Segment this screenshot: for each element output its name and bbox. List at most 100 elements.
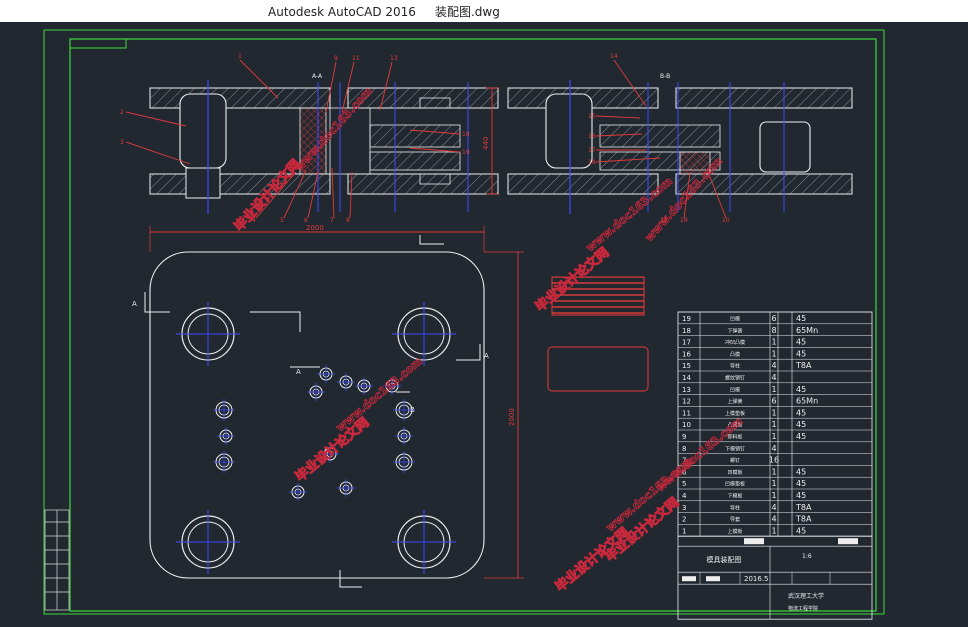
bom-row[interactable]: 1 上模板 1 45 <box>682 526 806 535</box>
svg-text:A: A <box>484 352 489 360</box>
bom-material: 45 <box>796 467 806 476</box>
bom-qty: 6 <box>771 314 776 323</box>
bom-material: 45 <box>796 432 806 441</box>
bom-name: 导柱 <box>730 504 740 511</box>
callout-number: 2 <box>120 109 124 116</box>
drawing-scale: 1:6 <box>802 553 812 560</box>
bom-material: T8A <box>795 361 812 370</box>
callout-number: 12 <box>660 217 668 224</box>
bom-qty: 4 <box>771 515 776 524</box>
bom-name: 凹模 <box>730 316 740 323</box>
callout-number: 19 <box>462 149 470 156</box>
bom-qty: 1 <box>771 491 776 500</box>
bom-row[interactable]: 5 凹模垫板 1 45 <box>682 479 806 488</box>
bom-row[interactable]: 15 导柱 4 T8A <box>682 361 812 370</box>
bom-no: 19 <box>682 315 691 323</box>
svg-text:A: A <box>296 368 301 376</box>
bom-row[interactable]: 6 凹模板 1 45 <box>682 467 806 476</box>
bom-name: 凹模板 <box>727 469 742 476</box>
bom-table[interactable]: 19 凹模 6 4518 下弹簧 8 65Mn17 冲凹凸模 1 4516 凸模 1 4515 导柱 4 T8… <box>677 311 873 620</box>
bom-name: 下模板 <box>727 493 742 500</box>
window-title-bar: Autodesk AutoCAD 2016 装配图.dwg <box>0 0 968 22</box>
drawing-canvas[interactable]: A-A 440 B-B 2000 2000 A A A B 19 凹模 6 45… <box>0 22 968 623</box>
bom-name: 下弹簧 <box>727 327 742 334</box>
bom-qty: 1 <box>771 349 776 358</box>
bom-qty: 8 <box>771 326 776 335</box>
guide-sleeve-b <box>545 93 593 169</box>
school-name: 武汉理工大学 <box>788 592 824 600</box>
section-label-a: A-A <box>312 73 323 80</box>
bom-no: 13 <box>682 386 691 394</box>
svg-text:440: 440 <box>482 137 490 150</box>
bom-material: 45 <box>796 338 806 347</box>
guide-sleeve <box>179 93 227 169</box>
bom-material: 45 <box>796 314 806 323</box>
cad-drawing[interactable]: A-A 440 B-B 2000 2000 A A A B 19 凹模 6 45… <box>0 22 968 623</box>
section-cut-lines <box>144 235 481 588</box>
bom-row[interactable]: 11 上模垫板 1 45 <box>682 408 806 417</box>
bom-no: 12 <box>682 398 691 406</box>
callout-number: 15 <box>588 113 596 120</box>
bom-row[interactable]: 17 冲凹凸模 1 45 <box>682 338 806 347</box>
bom-qty: 1 <box>771 479 776 488</box>
plan-view[interactable]: 2000 2000 A A A B <box>132 224 524 588</box>
svg-text:2000: 2000 <box>508 408 516 426</box>
bom-no: 3 <box>682 504 686 512</box>
bom-no: 2 <box>682 516 686 524</box>
bom-qty: 1 <box>771 420 776 429</box>
callout-number: 18 <box>588 159 596 166</box>
bom-material: 45 <box>796 408 806 417</box>
bom-row[interactable]: 12 上弹簧 6 65Mn <box>682 397 818 406</box>
callout-number: 11 <box>352 55 360 62</box>
bom-row[interactable]: 4 下模板 1 45 <box>682 491 806 500</box>
bom-name: 上模板 <box>727 528 742 535</box>
bom-row[interactable]: 14 螺纹销钉 4 <box>682 373 777 382</box>
bom-row[interactable]: 2 导套 4 T8A <box>682 515 812 524</box>
guide-holes <box>176 302 456 574</box>
guide-pillar-b <box>759 121 811 173</box>
svg-text:A: A <box>132 300 137 308</box>
bom-material: 45 <box>796 385 806 394</box>
bom-qty: 1 <box>771 432 776 441</box>
bom-no: 11 <box>682 409 691 417</box>
bom-name: 螺钉 <box>730 457 740 464</box>
bom-no: 4 <box>682 492 687 500</box>
bom-name: 凹模 <box>730 386 740 393</box>
bom-qty: 4 <box>771 361 776 370</box>
detail-box <box>547 346 649 392</box>
bom-material: 45 <box>796 420 806 429</box>
drawing-date: 2016.5 <box>744 575 769 583</box>
bom-row[interactable]: 16 凸模 1 45 <box>682 349 806 358</box>
dimension-2000-vertical: 2000 <box>484 251 524 579</box>
bom-material: 65Mn <box>796 397 818 406</box>
bom-qty: 1 <box>771 526 776 535</box>
bom-row[interactable]: 19 凹模 6 45 <box>682 314 806 323</box>
die-plate-outline <box>149 251 485 579</box>
bom-qty: 16 <box>769 456 779 465</box>
callout-number: 1 <box>238 53 242 60</box>
bom-no: 14 <box>682 374 691 382</box>
callout-number: 9 <box>334 55 338 62</box>
guide-pillar <box>185 167 221 199</box>
bom-row[interactable]: 18 下弹簧 8 65Mn <box>682 326 818 335</box>
stripper-plate <box>369 151 461 171</box>
bom-material: 45 <box>796 491 806 500</box>
bom-no: 9 <box>682 433 686 441</box>
bom-row[interactable]: 9 卸料板 1 45 <box>682 432 806 441</box>
bom-no: 5 <box>682 480 686 488</box>
bom-no: 10 <box>682 421 691 429</box>
callout-number: 10 <box>722 217 730 224</box>
svg-text:2000: 2000 <box>306 224 324 232</box>
watermark-text: 毕业设计论文网 <box>231 156 304 234</box>
bom-name: 螺纹销钉 <box>725 375 745 382</box>
bom-qty: 1 <box>771 385 776 394</box>
bom-row[interactable]: 13 凹模 1 45 <box>682 385 806 394</box>
lower-plate-b <box>507 173 659 195</box>
section-view-a[interactable]: A-A 440 <box>125 59 499 219</box>
callout-number: 8 <box>346 217 350 224</box>
callout-number: 4 <box>252 217 256 224</box>
bom-row[interactable]: 3 导柱 4 T8A <box>682 503 812 512</box>
watermark-text: 毕业设计论文网 <box>292 414 372 485</box>
bom-no: 15 <box>682 362 691 370</box>
bom-no: 18 <box>682 327 691 335</box>
